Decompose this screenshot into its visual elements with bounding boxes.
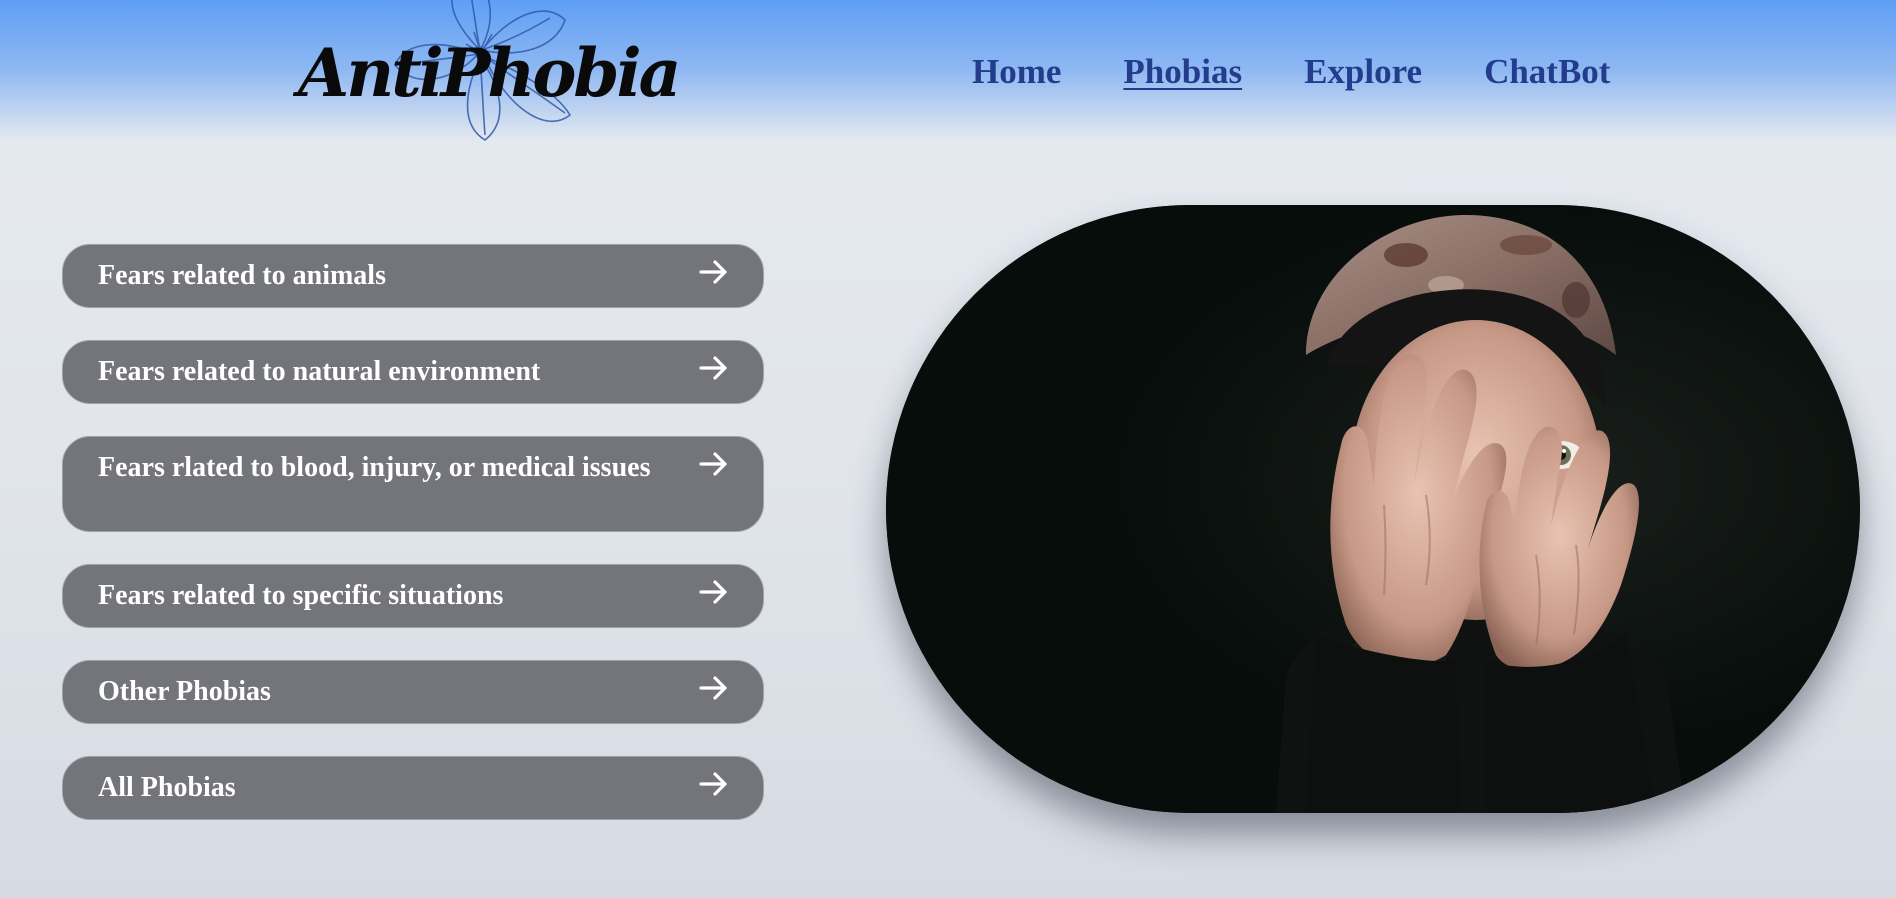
category-label: Fears related to animals	[98, 260, 386, 291]
arrow-right-icon	[699, 356, 727, 380]
category-natural-environment-button[interactable]: Fears related to natural environment	[62, 340, 764, 404]
category-label: Fears rlated to blood, injury, or medica…	[98, 452, 651, 483]
category-specific-situations-button[interactable]: Fears related to specific situations	[62, 564, 764, 628]
category-label: All Phobias	[98, 772, 236, 803]
nav-explore[interactable]: Explore	[1304, 48, 1422, 96]
main-nav: Home Phobias Explore ChatBot	[972, 48, 1610, 96]
category-other-phobias-button[interactable]: Other Phobias	[62, 660, 764, 724]
category-label: Fears related to specific situations	[98, 580, 504, 611]
logo-text: AntiPhobia	[298, 34, 681, 112]
category-animals-button[interactable]: Fears related to animals	[62, 244, 764, 308]
nav-chatbot[interactable]: ChatBot	[1484, 48, 1610, 96]
nav-home[interactable]: Home	[972, 48, 1061, 96]
arrow-right-icon	[699, 452, 727, 476]
site-header: AntiPhobia Home Phobias Explore ChatBot	[0, 0, 1896, 150]
arrow-right-icon	[699, 772, 727, 796]
child-covering-face-photo	[886, 205, 1860, 813]
arrow-right-icon	[699, 580, 727, 604]
arrow-right-icon	[699, 260, 727, 284]
hero-image	[886, 205, 1860, 813]
arrow-right-icon	[699, 676, 727, 700]
phobia-category-list: Fears related to animals Fears related t…	[62, 244, 764, 852]
category-blood-injury-medical-button[interactable]: Fears rlated to blood, injury, or medica…	[62, 436, 764, 532]
category-all-phobias-button[interactable]: All Phobias	[62, 756, 764, 820]
category-label: Other Phobias	[98, 676, 271, 707]
category-label: Fears related to natural environment	[98, 356, 541, 387]
site-logo[interactable]: AntiPhobia	[290, 0, 690, 150]
nav-phobias[interactable]: Phobias	[1123, 48, 1242, 96]
